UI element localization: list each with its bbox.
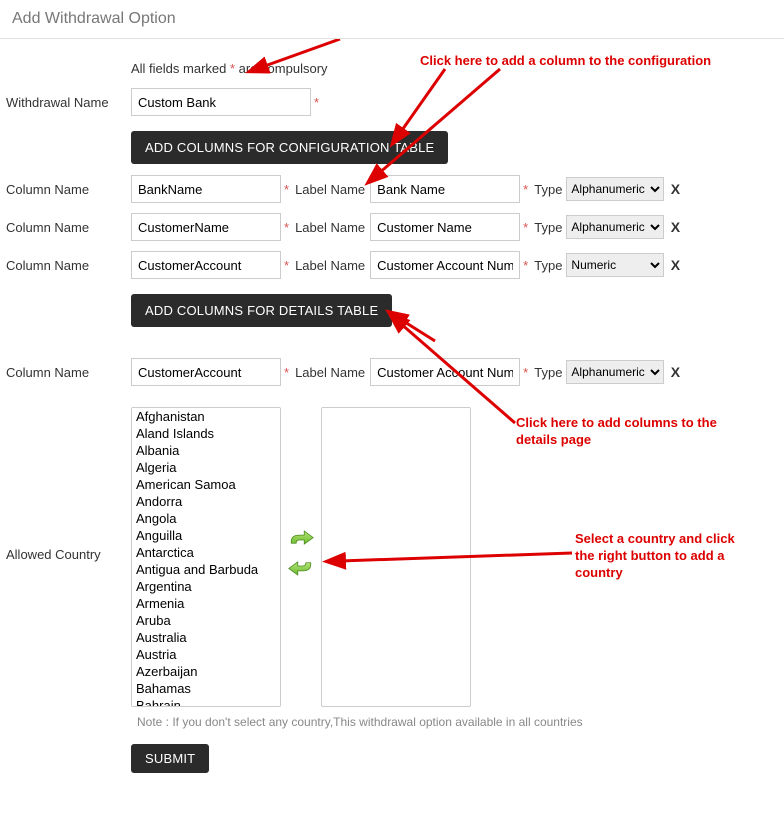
country-option[interactable]: Afghanistan	[132, 408, 280, 425]
type-select[interactable]: AlphanumericNumeric	[566, 253, 664, 277]
move-left-icon[interactable]	[288, 555, 314, 577]
remove-column-button[interactable]: X	[668, 364, 682, 380]
country-option[interactable]: Austria	[132, 646, 280, 663]
help-prefix: All fields marked	[131, 61, 230, 76]
type-select[interactable]: AlphanumericNumeric	[566, 177, 664, 201]
required-star: *	[314, 95, 319, 110]
column-name-input[interactable]	[131, 213, 281, 241]
label-name-input[interactable]	[370, 358, 520, 386]
country-option[interactable]: Aruba	[132, 612, 280, 629]
allowed-country-label: Allowed Country	[6, 407, 131, 562]
add-config-row: ADD COLUMNS FOR CONFIGURATION TABLE	[6, 131, 784, 164]
withdrawal-name-row: Withdrawal Name *	[6, 87, 784, 117]
column-name-label: Column Name	[6, 182, 131, 197]
type-select[interactable]: AlphanumericNumeric	[566, 215, 664, 239]
required-star: *	[523, 220, 528, 235]
submit-row: SUBMIT	[6, 743, 784, 773]
country-option[interactable]: Algeria	[132, 459, 280, 476]
country-option[interactable]: Angola	[132, 510, 280, 527]
page-title: Add Withdrawal Option	[0, 0, 784, 39]
country-note: Note : If you don't select any country,T…	[137, 715, 784, 729]
add-details-row: ADD COLUMNS FOR DETAILS TABLE	[6, 294, 784, 327]
remove-column-button[interactable]: X	[668, 181, 682, 197]
country-option[interactable]: American Samoa	[132, 476, 280, 493]
help-row: All fields marked * are compulsory	[6, 53, 784, 83]
country-dest-list[interactable]	[321, 407, 471, 707]
required-star: *	[284, 258, 289, 273]
label-name-input[interactable]	[370, 251, 520, 279]
withdrawal-name-label: Withdrawal Name	[6, 95, 131, 110]
form-container: All fields marked * are compulsory Withd…	[0, 39, 784, 787]
swap-buttons-col	[281, 527, 321, 579]
type-label: Type	[534, 365, 562, 380]
country-option[interactable]: Bahamas	[132, 680, 280, 697]
label-name-label: Label Name	[295, 365, 365, 380]
label-name-input[interactable]	[370, 175, 520, 203]
column-name-input[interactable]	[131, 251, 281, 279]
column-name-label: Column Name	[6, 258, 131, 273]
remove-column-button[interactable]: X	[668, 219, 682, 235]
label-name-label: Label Name	[295, 220, 365, 235]
country-source-list[interactable]: AfghanistanAland IslandsAlbaniaAlgeriaAm…	[131, 407, 281, 707]
country-option[interactable]: Armenia	[132, 595, 280, 612]
submit-button[interactable]: SUBMIT	[131, 744, 209, 773]
label-name-input[interactable]	[370, 213, 520, 241]
withdrawal-name-input[interactable]	[131, 88, 311, 116]
column-name-input[interactable]	[131, 175, 281, 203]
config-column-row: Column Name * Label Name * Type AlphanumericN…	[6, 250, 784, 280]
country-option[interactable]: Andorra	[132, 493, 280, 510]
type-select[interactable]: AlphanumericNumeric	[566, 360, 664, 384]
required-star: *	[523, 365, 528, 380]
type-label: Type	[534, 258, 562, 273]
country-option[interactable]: Anguilla	[132, 527, 280, 544]
required-star: *	[523, 258, 528, 273]
column-name-label: Column Name	[6, 220, 131, 235]
column-name-input[interactable]	[131, 358, 281, 386]
add-details-columns-button[interactable]: ADD COLUMNS FOR DETAILS TABLE	[131, 294, 392, 327]
allowed-country-row: Allowed Country AfghanistanAland Islands…	[6, 407, 784, 707]
country-option[interactable]: Albania	[132, 442, 280, 459]
country-option[interactable]: Azerbaijan	[132, 663, 280, 680]
required-star: *	[523, 182, 528, 197]
label-name-label: Label Name	[295, 258, 365, 273]
help-suffix: are compulsory	[235, 61, 327, 76]
label-name-label: Label Name	[295, 182, 365, 197]
required-star: *	[284, 220, 289, 235]
country-option[interactable]: Argentina	[132, 578, 280, 595]
country-option[interactable]: Aland Islands	[132, 425, 280, 442]
type-label: Type	[534, 220, 562, 235]
config-column-row: Column Name * Label Name * Type AlphanumericN…	[6, 212, 784, 242]
help-text: All fields marked * are compulsory	[131, 61, 328, 76]
required-star: *	[284, 365, 289, 380]
add-config-columns-button[interactable]: ADD COLUMNS FOR CONFIGURATION TABLE	[131, 131, 448, 164]
remove-column-button[interactable]: X	[668, 257, 682, 273]
details-column-row: Column Name * Label Name * Type AlphanumericN…	[6, 357, 784, 387]
column-name-label: Column Name	[6, 365, 131, 380]
country-option[interactable]: Australia	[132, 629, 280, 646]
config-column-row: Column Name * Label Name * Type AlphanumericN…	[6, 174, 784, 204]
country-option[interactable]: Bahrain	[132, 697, 280, 707]
country-option[interactable]: Antigua and Barbuda	[132, 561, 280, 578]
move-right-icon[interactable]	[288, 529, 314, 551]
country-option[interactable]: Antarctica	[132, 544, 280, 561]
required-star: *	[284, 182, 289, 197]
type-label: Type	[534, 182, 562, 197]
